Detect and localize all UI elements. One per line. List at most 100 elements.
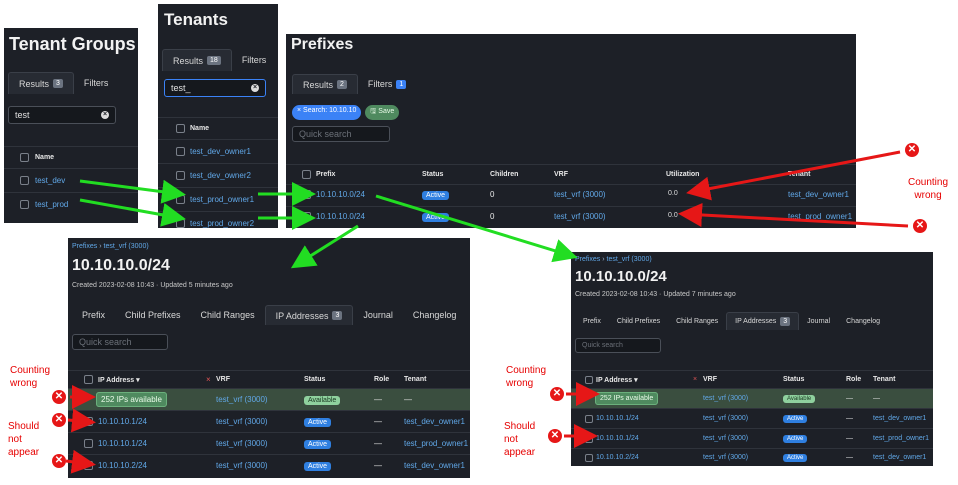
tenant-link[interactable]: test_prod_owner1 (873, 435, 929, 442)
select-all-checkbox[interactable] (302, 170, 311, 179)
tab-filters[interactable]: Filters 1 (358, 74, 416, 94)
breadcrumb-prefixes[interactable]: Prefixes (72, 243, 97, 250)
vrf-link[interactable]: test_vrf (3000) (216, 395, 268, 404)
save-button[interactable]: 🖫 Save (365, 105, 400, 120)
tab-results[interactable]: Results 3 (8, 72, 74, 94)
column-header-ip-address: IP Address (596, 376, 633, 384)
select-all-checkbox[interactable] (84, 375, 93, 384)
clear-icon[interactable]: × (101, 111, 109, 119)
row-checkbox[interactable] (176, 195, 185, 204)
tenant-link[interactable]: test_prod_owner1 (788, 212, 852, 221)
quick-search-input[interactable]: Quick search (72, 334, 168, 350)
ips-available-link[interactable]: 252 IPs available (96, 392, 167, 407)
tab-label: Results (173, 55, 204, 66)
tab-journal[interactable]: Journal (353, 305, 403, 325)
row-checkbox[interactable] (176, 147, 185, 156)
row-checkbox[interactable] (302, 190, 311, 199)
row-checkbox[interactable] (84, 461, 93, 470)
breadcrumb-prefixes[interactable]: Prefixes (575, 256, 600, 263)
tab-label: Journal (363, 310, 393, 320)
tab-prefix[interactable]: Prefix (575, 312, 609, 330)
tab-child-ranges[interactable]: Child Ranges (191, 305, 265, 325)
vrf-link[interactable]: test_vrf (3000) (216, 461, 268, 470)
quick-search-input[interactable]: Quick search (292, 126, 390, 142)
search-input[interactable]: test_ × (164, 79, 266, 97)
row-checkbox[interactable] (302, 212, 311, 221)
ip-address-link[interactable]: 10.10.10.2/24 (98, 461, 147, 470)
tenant-link[interactable]: test_dev_owner1 (404, 461, 465, 470)
tenant-link[interactable]: test_prod_owner2 (190, 219, 254, 228)
tab-ip-addresses[interactable]: IP Addresses 3 (726, 312, 800, 330)
remove-column-icon[interactable]: × (206, 375, 211, 384)
row-checkbox[interactable] (585, 453, 593, 462)
row-checkbox[interactable] (176, 171, 185, 180)
select-all-checkbox[interactable] (176, 124, 185, 133)
vrf-link[interactable]: test_vrf (3000) (703, 454, 748, 461)
tenant-link[interactable]: test_dev_owner1 (788, 190, 849, 199)
row-checkbox[interactable] (84, 439, 93, 448)
vrf-link[interactable]: test_vrf (3000) (216, 439, 268, 448)
column-header-prefix: Prefix (316, 171, 336, 178)
vrf-link[interactable]: test_vrf (3000) (703, 415, 748, 422)
tab-changelog[interactable]: Changelog (403, 305, 467, 325)
prefix-link[interactable]: 10.10.10.0/24 (316, 190, 365, 199)
search-input[interactable]: test × (8, 106, 116, 124)
tab-child-prefixes[interactable]: Child Prefixes (115, 305, 191, 325)
ip-address-link[interactable]: 10.10.10.1/24 (596, 415, 639, 422)
ip-address-link[interactable]: 10.10.10.1/24 (596, 435, 639, 442)
row-checkbox[interactable] (585, 414, 593, 423)
ip-address-link[interactable]: 10.10.10.1/24 (98, 439, 147, 448)
vrf-link[interactable]: test_vrf (3000) (554, 212, 606, 221)
tab-ip-addresses[interactable]: IP Addresses 3 (264, 305, 354, 325)
tab-filters[interactable]: Filters (232, 49, 277, 71)
quick-search-input[interactable]: Quick search (575, 338, 661, 353)
remove-column-icon[interactable]: × (693, 376, 697, 383)
row-checkbox[interactable] (20, 200, 29, 209)
row-checkbox[interactable] (20, 176, 29, 185)
column-header-status: Status (304, 376, 326, 383)
select-all-checkbox[interactable] (20, 153, 29, 162)
vrf-link[interactable]: test_vrf (3000) (216, 417, 268, 426)
ip-address-link[interactable]: 10.10.10.2/24 (596, 454, 639, 461)
ip-address-link[interactable]: 10.10.10.1/24 (98, 417, 147, 426)
prefix-link[interactable]: 10.10.10.0/24 (316, 212, 365, 221)
row-checkbox[interactable] (176, 219, 185, 228)
row-checkbox[interactable] (84, 417, 93, 426)
select-all-checkbox[interactable] (585, 375, 593, 384)
tab-label: Results (19, 78, 50, 89)
tenant-link[interactable]: test_dev_owner1 (873, 415, 926, 422)
ips-available-link[interactable]: 252 IPs available (595, 392, 659, 405)
tab-label: Changelog (846, 317, 880, 325)
children-count: 0 (490, 190, 495, 199)
vrf-link[interactable]: test_vrf (3000) (554, 190, 606, 199)
tenant-link[interactable]: test_dev_owner2 (190, 171, 251, 180)
tenant-link[interactable]: test_dev_owner1 (873, 454, 926, 461)
tab-prefix[interactable]: Prefix (72, 305, 115, 325)
tab-journal[interactable]: Journal (799, 312, 838, 330)
row-checkbox[interactable] (585, 434, 593, 443)
tenant-group-link[interactable]: test_prod (35, 200, 68, 209)
search-filter-pill[interactable]: × Search: 10.10.10 (292, 105, 362, 120)
tenant-link[interactable]: test_prod_owner1 (404, 439, 468, 448)
role-value: — (846, 454, 853, 461)
status-badge: Active (304, 440, 332, 449)
tab-label: Child Ranges (676, 317, 719, 325)
tenant-link[interactable]: test_prod_owner1 (190, 195, 254, 204)
error-icon: ✕ (548, 429, 562, 443)
vrf-link[interactable]: test_vrf (3000) (703, 435, 748, 442)
tenant-group-link[interactable]: test_dev (35, 176, 65, 185)
vrf-link[interactable]: test_vrf (3000) (703, 395, 748, 402)
tab-filters[interactable]: Filters (74, 72, 119, 94)
column-header-tenant: Tenant (404, 376, 427, 383)
tab-child-ranges[interactable]: Child Ranges (668, 312, 726, 330)
tab-changelog[interactable]: Changelog (838, 312, 888, 330)
clear-icon[interactable]: × (251, 84, 259, 92)
should-not-appear-label: Should not appear (8, 420, 39, 459)
tenant-link[interactable]: test_dev_owner1 (190, 147, 251, 156)
tab-results[interactable]: Results 2 (292, 74, 358, 94)
tab-child-prefixes[interactable]: Child Prefixes (609, 312, 668, 330)
tab-results[interactable]: Results 18 (162, 49, 232, 71)
tenant-link[interactable]: test_dev_owner1 (404, 417, 465, 426)
breadcrumb-vrf[interactable]: test_vrf (3000) (104, 243, 149, 250)
breadcrumb-vrf[interactable]: test_vrf (3000) (607, 256, 652, 263)
